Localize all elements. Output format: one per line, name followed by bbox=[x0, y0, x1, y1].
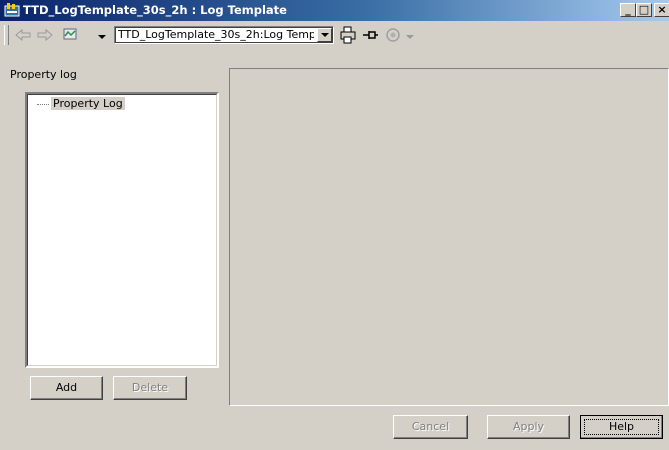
pin-icon[interactable] bbox=[361, 26, 379, 44]
print-icon[interactable] bbox=[339, 26, 357, 44]
delete-button[interactable]: Delete bbox=[113, 376, 187, 400]
chevron-down-icon bbox=[406, 35, 414, 39]
focus-rectangle bbox=[584, 419, 659, 435]
help-button[interactable]: Help bbox=[580, 415, 663, 439]
tree-connector bbox=[37, 104, 49, 105]
apply-button[interactable]: Apply bbox=[487, 415, 570, 439]
property-log-tree[interactable]: Property Log bbox=[25, 92, 219, 368]
maximize-button[interactable]: □ bbox=[636, 3, 652, 17]
app-icon bbox=[4, 3, 20, 17]
minimize-button[interactable]: _ bbox=[620, 3, 636, 17]
forward-arrow-icon[interactable] bbox=[36, 26, 54, 44]
close-button[interactable]: × bbox=[654, 3, 669, 17]
toolbar: TTD_LogTemplate_30s_2h:Log Temp bbox=[0, 21, 669, 49]
view-eye-icon[interactable] bbox=[384, 26, 402, 44]
tree-item-property-log[interactable]: Property Log bbox=[51, 97, 125, 110]
cancel-button[interactable]: Cancel bbox=[393, 415, 468, 439]
combobox-dropdown-button[interactable] bbox=[317, 28, 332, 42]
property-log-section-label: Property log bbox=[10, 68, 77, 81]
toolbar-grip[interactable] bbox=[4, 25, 9, 45]
object-view-icon[interactable] bbox=[62, 26, 80, 44]
object-path-value: TTD_LogTemplate_30s_2h:Log Temp bbox=[118, 28, 314, 41]
object-path-combobox[interactable]: TTD_LogTemplate_30s_2h:Log Temp bbox=[114, 26, 334, 44]
tree-border bbox=[27, 94, 217, 366]
back-arrow-icon[interactable] bbox=[14, 26, 32, 44]
detail-panel bbox=[229, 68, 669, 406]
title-bar[interactable]: TTD_LogTemplate_30s_2h : Log Template _ … bbox=[0, 0, 669, 21]
chevron-down-icon[interactable] bbox=[96, 26, 108, 44]
window-title: TTD_LogTemplate_30s_2h : Log Template bbox=[23, 3, 287, 17]
add-button[interactable]: Add bbox=[30, 376, 103, 400]
